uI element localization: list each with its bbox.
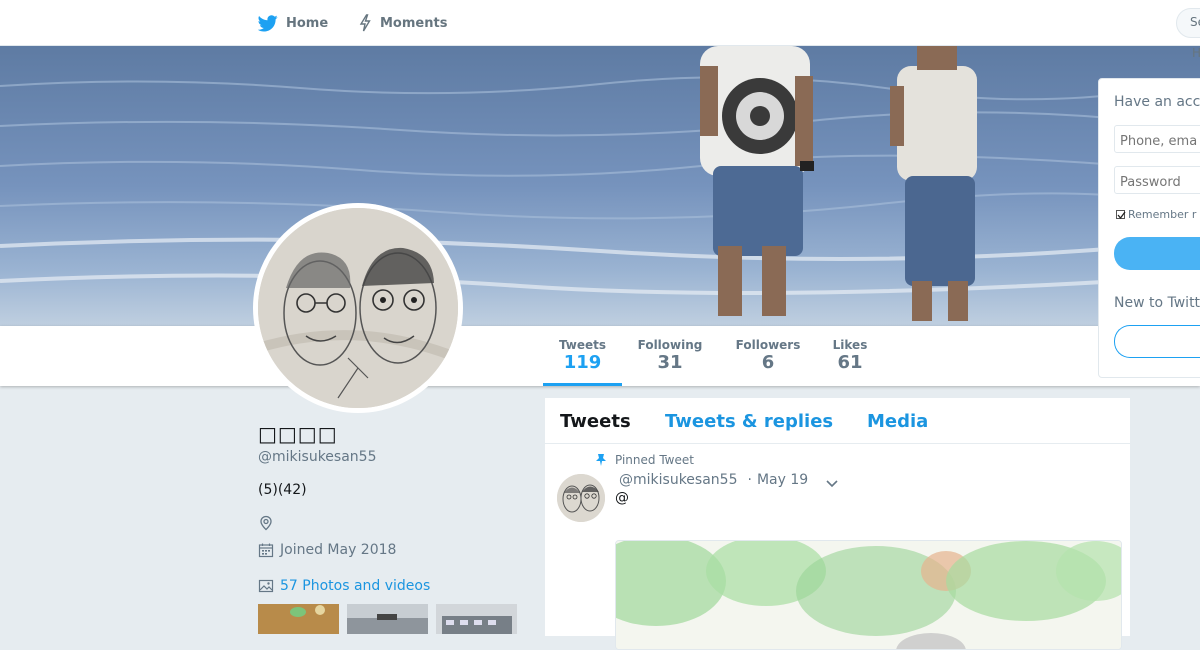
login-panel: Have an acc Remember r New to Twitt [1098, 78, 1200, 378]
nav-home[interactable]: Home [258, 0, 328, 46]
search-placeholder: Se [1190, 15, 1200, 29]
stat-following-label: Following [637, 338, 703, 352]
tweet-author-screen-name[interactable]: @mikisukesan55 [619, 472, 737, 488]
tab-tweets-and-replies[interactable]: Tweets & replies [665, 411, 833, 432]
nav-moments-label: Moments [380, 15, 448, 31]
login-title: Have an acc [1114, 94, 1200, 110]
profile-banner [0, 46, 1200, 326]
profile-joined-text: Joined May 2018 [280, 542, 397, 558]
stat-likes-value: 61 [837, 352, 863, 373]
new-to-twitter-title: New to Twitt [1114, 295, 1200, 311]
stat-likes[interactable]: Likes 61 [826, 326, 874, 386]
stat-likes-label: Likes [832, 338, 868, 352]
tweet-date[interactable]: May 19 [757, 472, 808, 488]
image-icon [258, 579, 274, 593]
remember-me-label: Remember r [1128, 208, 1197, 221]
pinned-tweet-label: Pinned Tweet [615, 453, 694, 467]
stat-tweets[interactable]: Tweets 119 [543, 326, 622, 386]
remember-me-checkbox[interactable] [1116, 210, 1126, 220]
tab-media[interactable]: Media [867, 411, 928, 432]
profile-stats-bar: Tweets 119 Following 31 Followers 6 Like… [0, 326, 1200, 386]
stat-following[interactable]: Following 31 [630, 326, 710, 386]
profile-avatar[interactable] [253, 203, 463, 413]
stat-followers[interactable]: Followers 6 [728, 326, 808, 386]
stat-followers-value: 6 [761, 352, 775, 373]
stat-followers-label: Followers [735, 338, 801, 352]
nav-home-label: Home [286, 15, 329, 31]
tweet-separator: · [747, 472, 752, 488]
log-in-button[interactable] [1114, 237, 1200, 270]
top-navigation: Home Moments Se [0, 0, 1200, 46]
avatar-drawing [258, 208, 458, 408]
photos-and-videos-link[interactable]: 57 Photos and videos [258, 578, 430, 594]
twitter-bird-icon [258, 14, 278, 31]
remember-me[interactable]: Remember r [1116, 208, 1196, 221]
tab-tweets[interactable]: Tweets [560, 411, 631, 432]
profile-screen-name: @mikisukesan55 [258, 449, 377, 465]
search-input[interactable]: Se [1176, 8, 1200, 38]
timeline-tabs: Tweets Tweets & replies Media [545, 398, 1130, 444]
tweet-header: @mikisukesan55 · May 19 [619, 472, 808, 488]
profile-display-name: □□□□ [258, 422, 338, 446]
password-field[interactable] [1114, 166, 1200, 194]
tweet-author-avatar[interactable] [557, 474, 605, 522]
photos-link-label: 57 Photos and videos [280, 578, 431, 594]
calendar-icon [258, 543, 274, 558]
tweet-text: @ [615, 490, 629, 506]
stat-following-value: 31 [657, 352, 683, 373]
timeline-card: Tweets Tweets & replies Media Pinned Twe… [544, 397, 1131, 650]
sign-up-button[interactable] [1114, 325, 1200, 358]
nav-moments[interactable]: Moments [358, 0, 447, 46]
stat-tweets-label: Tweets [558, 338, 607, 352]
banner-image [0, 46, 1200, 326]
location-icon [258, 515, 274, 535]
chevron-down-icon[interactable] [825, 474, 839, 493]
lightning-icon [359, 14, 371, 32]
phone-email-field[interactable] [1114, 125, 1200, 153]
tweet-media-image[interactable] [615, 540, 1122, 650]
pin-icon [596, 454, 606, 466]
stat-tweets-value: 119 [563, 352, 602, 373]
profile-bio: (5)(42) [258, 482, 307, 498]
have-account-link[interactable]: H [1192, 46, 1200, 60]
pinned-tweet-indicator: Pinned Tweet [595, 453, 694, 467]
profile-joined: Joined May 2018 [258, 542, 396, 558]
